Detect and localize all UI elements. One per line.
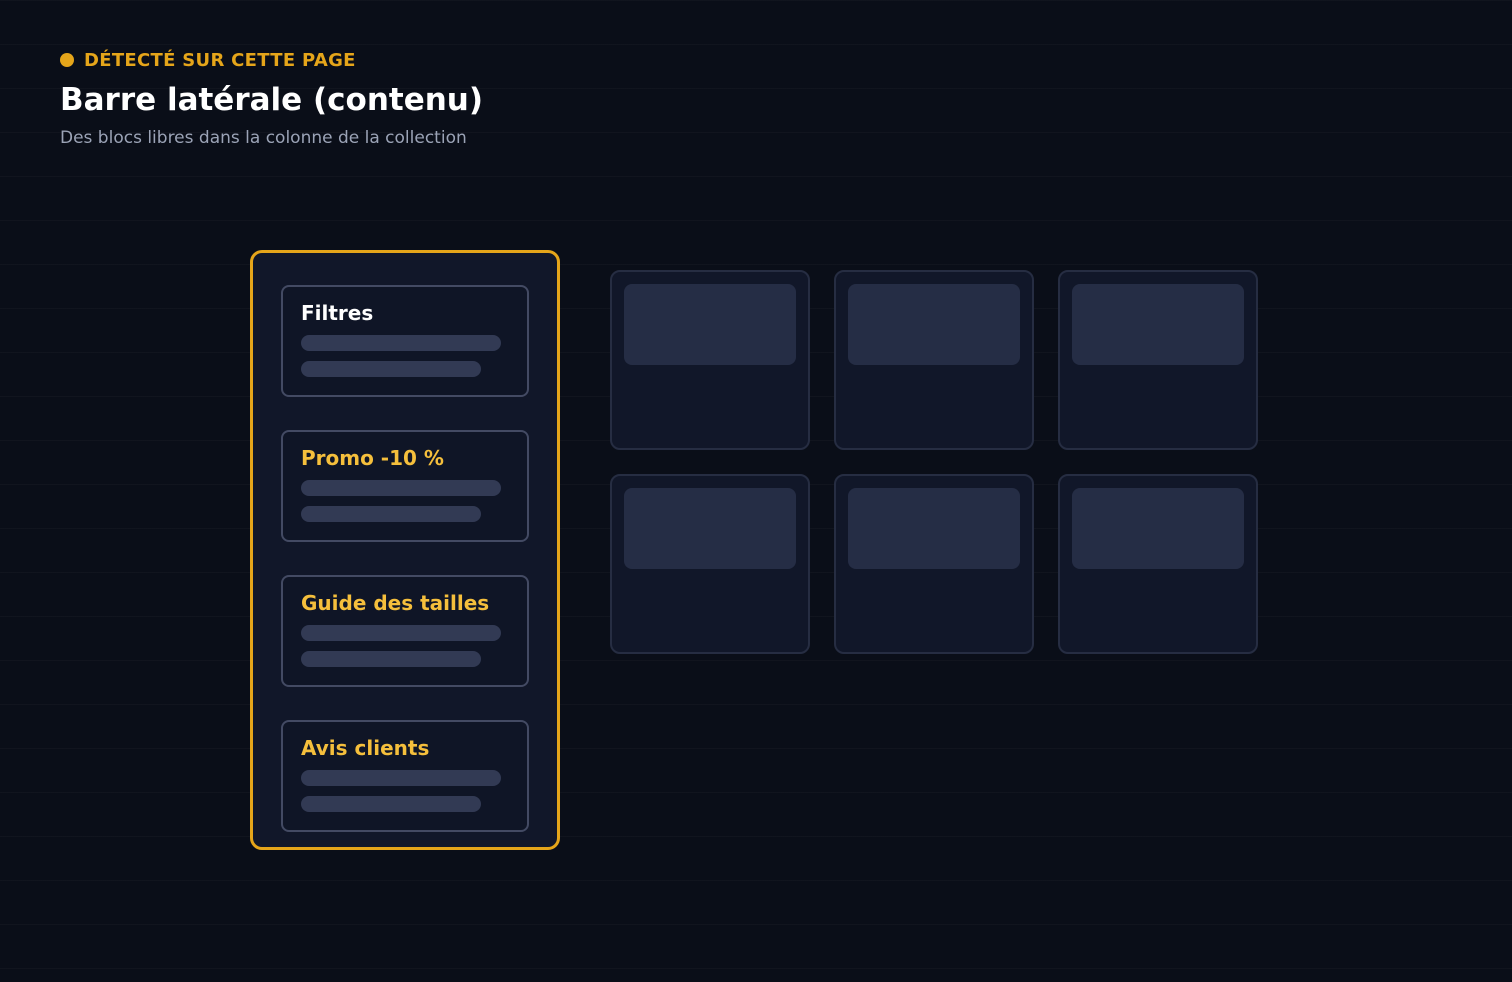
- page-subtitle: Des blocs libres dans la colonne de la c…: [60, 128, 467, 148]
- product-image-placeholder: [848, 284, 1020, 365]
- status-dot-icon: [60, 53, 74, 67]
- sidebar-block-promo[interactable]: Promo -10 %: [281, 430, 529, 542]
- placeholder-line: [301, 770, 501, 786]
- block-title: Avis clients: [301, 736, 430, 760]
- product-image-placeholder: [848, 488, 1020, 569]
- product-card[interactable]: [1058, 270, 1258, 450]
- detected-row: DÉTECTÉ SUR CETTE PAGE: [60, 46, 483, 74]
- block-title: Guide des tailles: [301, 591, 490, 615]
- product-card[interactable]: [834, 270, 1034, 450]
- product-card[interactable]: [834, 474, 1034, 654]
- product-image-placeholder: [624, 284, 796, 365]
- sidebar-block-filters[interactable]: Filtres: [281, 285, 529, 397]
- page-header: DÉTECTÉ SUR CETTE PAGE Barre latérale (c…: [60, 46, 483, 148]
- sidebar-content-column: Filtres Promo -10 % Guide des tailles Av…: [250, 250, 560, 850]
- placeholder-line: [301, 796, 481, 812]
- product-image-placeholder: [1072, 488, 1244, 569]
- product-card[interactable]: [610, 474, 810, 654]
- product-card[interactable]: [610, 270, 810, 450]
- placeholder-line: [301, 480, 501, 496]
- detected-label: DÉTECTÉ SUR CETTE PAGE: [84, 49, 356, 71]
- page-title: Barre latérale (contenu): [60, 82, 484, 118]
- product-image-placeholder: [1072, 284, 1244, 365]
- product-image-placeholder: [624, 488, 796, 569]
- block-title: Promo -10 %: [301, 446, 444, 470]
- product-card[interactable]: [1058, 474, 1258, 654]
- placeholder-line: [301, 361, 481, 377]
- block-title: Filtres: [301, 301, 374, 325]
- sidebar-block-size-guide[interactable]: Guide des tailles: [281, 575, 529, 687]
- sidebar-block-reviews[interactable]: Avis clients: [281, 720, 529, 832]
- placeholder-line: [301, 651, 481, 667]
- placeholder-line: [301, 625, 501, 641]
- placeholder-line: [301, 335, 501, 351]
- placeholder-line: [301, 506, 481, 522]
